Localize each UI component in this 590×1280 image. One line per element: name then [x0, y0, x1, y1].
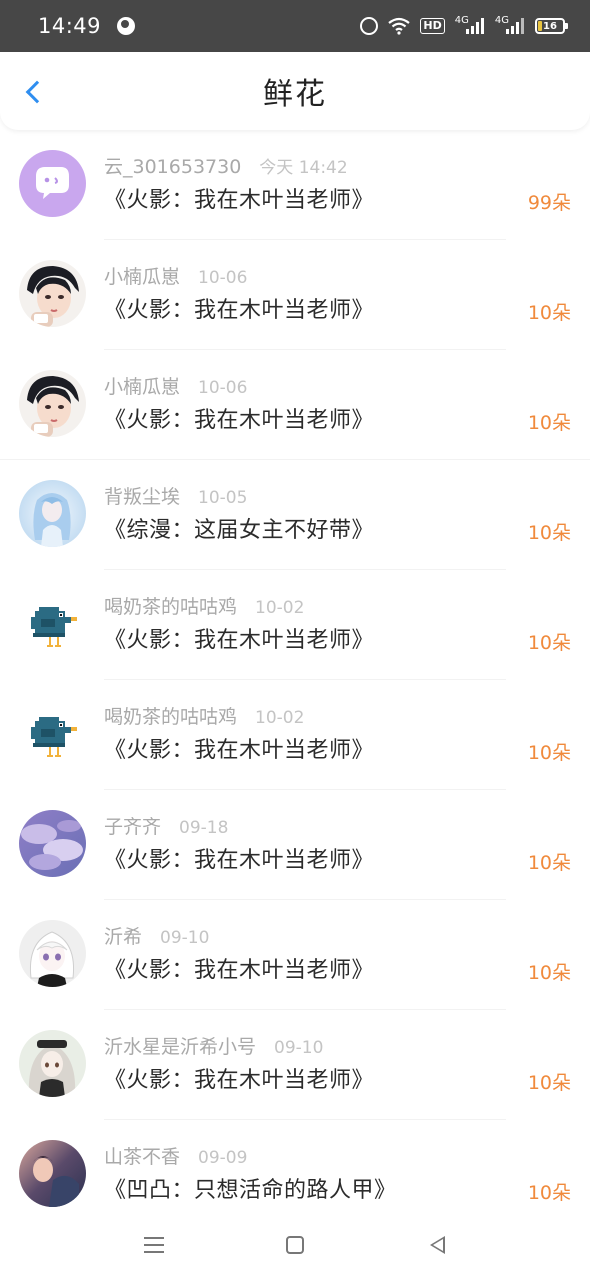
user-name[interactable]: 小楠瓜崽 — [104, 262, 180, 289]
user-name[interactable]: 喝奶茶的咕咕鸡 — [104, 702, 237, 729]
white-hair-girl-avatar[interactable] — [19, 920, 86, 987]
menu-button[interactable] — [139, 1230, 169, 1260]
book-title[interactable]: 《火影：我在木叶当老师》 — [104, 842, 374, 874]
item-meta: 沂水星是沂希小号 09-10 — [104, 1032, 323, 1059]
item-meta: 喝奶茶的咕咕鸡 10-02 — [104, 592, 304, 619]
user-name[interactable]: 背叛尘埃 — [104, 482, 180, 509]
flower-list: 云_301653730 今天 14:42 《火影：我在木叶当老师》 99朵小楠瓜崽 10… — [0, 130, 590, 1230]
post-time: 10-06 — [198, 378, 248, 398]
post-time: 10-02 — [255, 598, 305, 618]
flower-count: 10朵 — [527, 522, 571, 544]
list-item[interactable]: 子齐齐 09-18 《火影：我在木叶当老师》 10朵 — [0, 790, 590, 900]
flower-count: 10朵 — [527, 742, 571, 764]
item-meta: 山茶不香 09-09 — [104, 1142, 247, 1169]
hd-icon: HD — [420, 18, 445, 34]
flower-count: 10朵 — [527, 302, 571, 324]
item-meta: 背叛尘埃 10-05 — [104, 482, 247, 509]
user-name[interactable]: 山茶不香 — [104, 1142, 180, 1169]
battery-level: 16 — [543, 20, 557, 32]
flower-count: 10朵 — [527, 412, 571, 434]
anime-boy-avatar[interactable] — [19, 370, 86, 437]
post-time: 今天 14:42 — [259, 158, 348, 178]
blue-hair-girl-avatar[interactable] — [19, 480, 86, 547]
signal-icon — [465, 18, 484, 34]
list-item[interactable]: 云_301653730 今天 14:42 《火影：我在木叶当老师》 99朵 — [0, 130, 590, 240]
post-time: 09-09 — [198, 1148, 248, 1168]
globe-icon — [117, 17, 136, 35]
pixel-bird-avatar[interactable] — [19, 590, 86, 657]
user-name[interactable]: 喝奶茶的咕咕鸡 — [104, 592, 237, 619]
user-name[interactable]: 小楠瓜崽 — [104, 372, 180, 399]
battery-icon: 16 — [535, 18, 568, 34]
book-title[interactable]: 《火影：我在木叶当老师》 — [104, 732, 374, 764]
flower-count: 10朵 — [527, 962, 571, 984]
item-meta: 小楠瓜崽 10-06 — [104, 372, 247, 399]
item-meta: 云_301653730 今天 14:42 — [104, 152, 348, 179]
book-title[interactable]: 《火影：我在木叶当老师》 — [104, 292, 374, 324]
list-item[interactable]: 小楠瓜崽 10-06 《火影：我在木叶当老师》 10朵 — [0, 350, 590, 460]
anime-boy-avatar[interactable] — [19, 260, 86, 327]
list-item[interactable]: 沂希 09-10 《火影：我在木叶当老师》 10朵 — [0, 900, 590, 1010]
list-item[interactable]: 背叛尘埃 10-05 《综漫：这届女主不好带》 10朵 — [0, 460, 590, 570]
signal-icon — [506, 18, 524, 34]
post-time: 10-05 — [198, 488, 248, 508]
user-name[interactable]: 子齐齐 — [104, 812, 161, 839]
flower-count: 99朵 — [527, 192, 571, 214]
post-time: 10-02 — [255, 708, 305, 728]
list-item[interactable]: 小楠瓜崽 10-06 《火影：我在木叶当老师》 10朵 — [0, 240, 590, 350]
painted-figure-avatar[interactable] — [19, 1140, 86, 1207]
signal-1: 4G — [455, 15, 485, 35]
item-meta: 小楠瓜崽 10-06 — [104, 262, 247, 289]
item-meta: 喝奶茶的咕咕鸡 10-02 — [104, 702, 304, 729]
silver-hair-girl-avatar[interactable] — [19, 1030, 86, 1097]
header: 鲜花 — [0, 52, 590, 130]
book-title[interactable]: 《火影：我在木叶当老师》 — [104, 1062, 374, 1094]
purple-clouds-avatar[interactable] — [19, 810, 86, 877]
book-title[interactable]: 《火影：我在木叶当老师》 — [104, 622, 374, 654]
flower-count: 10朵 — [527, 1072, 571, 1094]
back-button[interactable] — [14, 70, 54, 114]
chat-bubble-avatar[interactable] — [19, 150, 86, 217]
battery-fill — [538, 21, 542, 31]
home-button[interactable] — [280, 1230, 310, 1260]
signal-2: 4G — [495, 15, 525, 35]
chevron-left-icon — [25, 80, 49, 104]
back-nav-button[interactable] — [422, 1230, 452, 1260]
item-meta: 子齐齐 09-18 — [104, 812, 228, 839]
flower-count: 10朵 — [527, 632, 571, 654]
back-icon — [429, 1236, 445, 1254]
page-title: 鲜花 — [263, 77, 327, 112]
flower-count: 10朵 — [527, 1182, 571, 1204]
system-nav-bar — [0, 1208, 590, 1280]
alarm-icon — [360, 17, 379, 35]
book-title[interactable]: 《凹凸：只想活命的路人甲》 — [104, 1172, 397, 1204]
user-name[interactable]: 沂希 — [104, 922, 142, 949]
list-item[interactable]: 喝奶茶的咕咕鸡 10-02 《火影：我在木叶当老师》 10朵 — [0, 570, 590, 680]
book-title[interactable]: 《火影：我在木叶当老师》 — [104, 402, 374, 434]
user-name[interactable]: 沂水星是沂希小号 — [104, 1032, 256, 1059]
post-time: 10-06 — [198, 268, 248, 288]
list-item[interactable]: 喝奶茶的咕咕鸡 10-02 《火影：我在木叶当老师》 10朵 — [0, 680, 590, 790]
flower-count: 10朵 — [527, 852, 571, 874]
book-title[interactable]: 《火影：我在木叶当老师》 — [104, 952, 374, 984]
book-title[interactable]: 《火影：我在木叶当老师》 — [104, 182, 374, 214]
post-time: 09-10 — [160, 928, 210, 948]
list-item[interactable]: 沂水星是沂希小号 09-10 《火影：我在木叶当老师》 10朵 — [0, 1010, 590, 1120]
item-meta: 沂希 09-10 — [104, 922, 209, 949]
home-icon — [286, 1236, 304, 1254]
pixel-bird-avatar[interactable] — [19, 700, 86, 767]
post-time: 09-10 — [274, 1038, 324, 1058]
user-name[interactable]: 云_301653730 — [104, 152, 241, 179]
wifi-icon — [388, 17, 411, 35]
status-icons: HD 4G 4G 16 — [360, 15, 568, 35]
book-title[interactable]: 《综漫：这届女主不好带》 — [104, 512, 374, 544]
post-time: 09-18 — [179, 818, 229, 838]
menu-icon — [144, 1237, 164, 1253]
status-bar: 14:49 HD 4G 4G 16 — [0, 0, 590, 52]
status-time: 14:49 — [38, 14, 102, 38]
